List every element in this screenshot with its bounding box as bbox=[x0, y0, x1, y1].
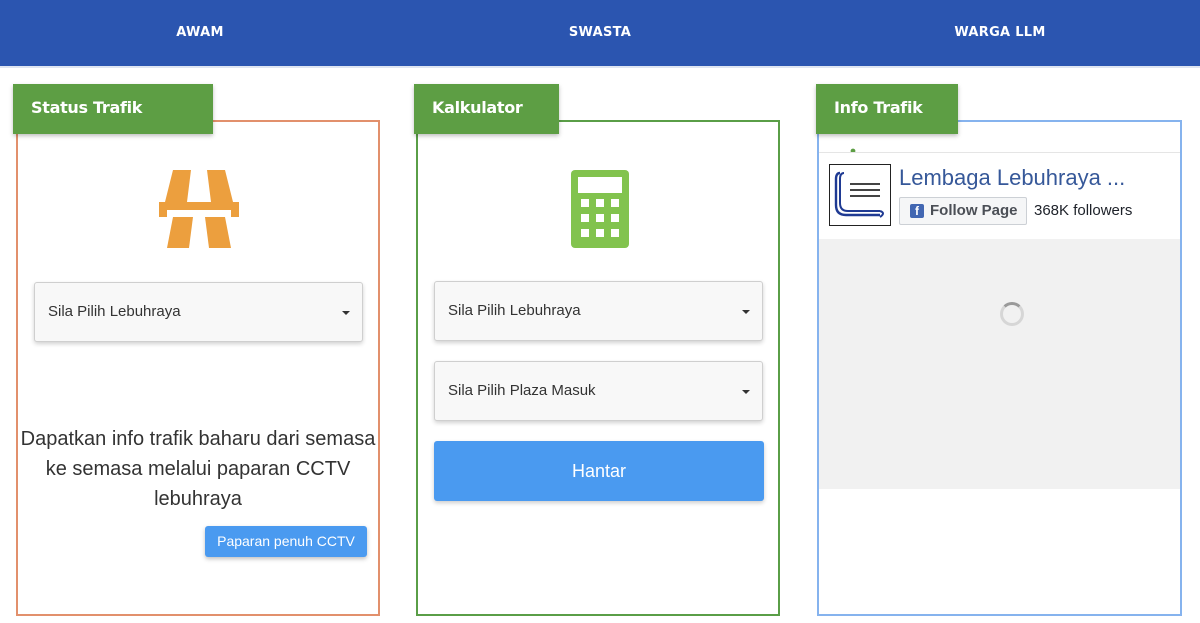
tab-swasta[interactable]: SWASTA bbox=[400, 0, 800, 66]
top-nav: AWAM SWASTA WARGA LLM bbox=[0, 0, 1200, 68]
facebook-page-name[interactable]: Lembaga Lebuhraya ... bbox=[899, 165, 1159, 191]
status-description: Dapatkan info trafik baharu dari semasa … bbox=[20, 428, 376, 510]
caret-down-icon bbox=[742, 390, 750, 394]
status-trafik-header: Status Trafik Semasa bbox=[13, 84, 213, 165]
info-trafik-title: Info Trafik bbox=[834, 98, 923, 117]
plaza-masuk-select[interactable]: Sila Pilih Plaza Masuk bbox=[434, 361, 763, 421]
cctv-fullview-button[interactable]: Paparan penuh CCTV bbox=[205, 526, 367, 557]
llm-logo[interactable] bbox=[829, 164, 891, 226]
caret-down-icon bbox=[342, 311, 350, 315]
highway-icon bbox=[159, 170, 239, 248]
hantar-button[interactable]: Hantar bbox=[434, 441, 764, 501]
caret-down-icon bbox=[742, 310, 750, 314]
followers-count: 368K followers bbox=[1034, 202, 1133, 219]
status-highway-select-label: Sila Pilih Lebuhraya bbox=[48, 303, 181, 320]
status-highway-select[interactable]: Sila Pilih Lebuhraya bbox=[34, 282, 363, 342]
info-trafik-header: Info Trafik bbox=[816, 84, 958, 166]
facebook-icon: f bbox=[910, 204, 924, 218]
follow-page-button[interactable]: f Follow Page bbox=[899, 197, 1027, 225]
tab-warga-llm[interactable]: WARGA LLM bbox=[800, 0, 1200, 66]
facebook-page-widget: Lembaga Lebuhraya ... f Follow Page 368K… bbox=[819, 152, 1180, 241]
loading-spinner-icon bbox=[1000, 302, 1024, 326]
calculator-icon bbox=[571, 170, 629, 248]
llm-logo-graphic bbox=[834, 171, 884, 218]
kalkulator-highway-select[interactable]: Sila Pilih Lebuhraya bbox=[434, 281, 763, 341]
plaza-masuk-select-label: Sila Pilih Plaza Masuk bbox=[448, 382, 596, 399]
facebook-feed-area bbox=[819, 239, 1180, 489]
tab-awam[interactable]: AWAM bbox=[0, 0, 400, 66]
kalkulator-highway-select-label: Sila Pilih Lebuhraya bbox=[448, 302, 581, 319]
kalkulator-tol-header: Kalkulator Tol bbox=[414, 84, 559, 165]
follow-page-label: Follow Page bbox=[930, 202, 1018, 219]
